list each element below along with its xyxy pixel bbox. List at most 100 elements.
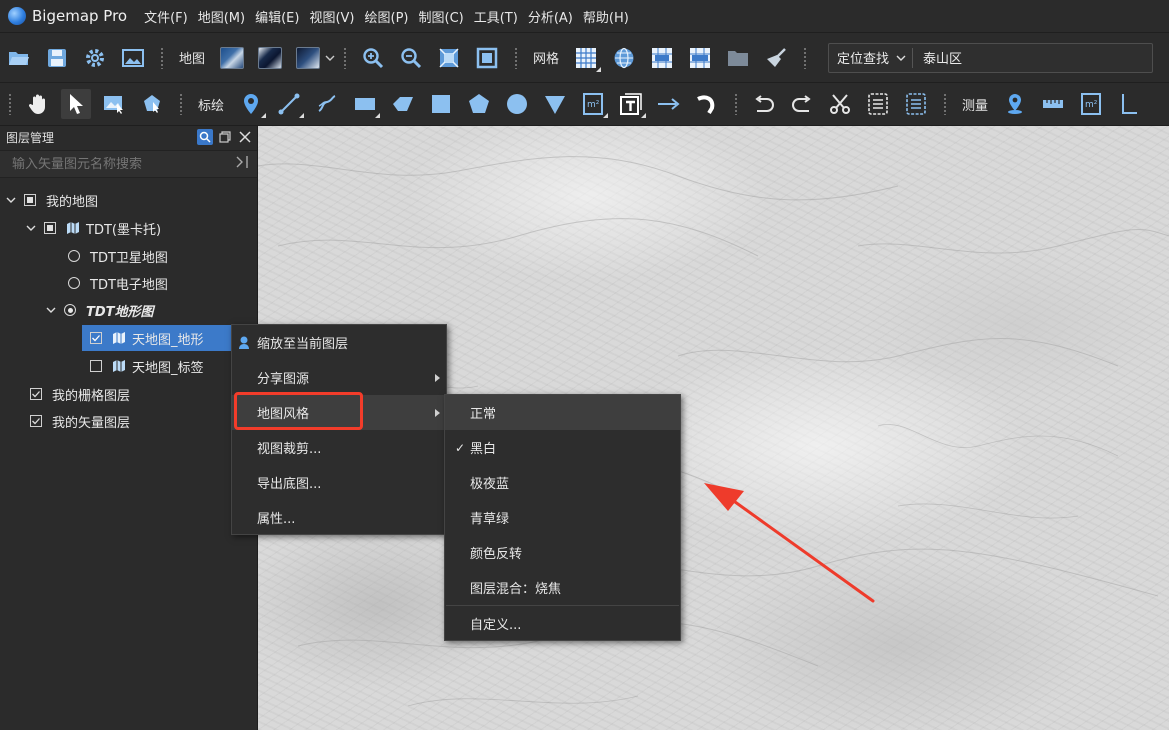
paste-button[interactable]: [901, 89, 931, 119]
panel-close-button[interactable]: [237, 129, 253, 145]
locate-mode-select[interactable]: 定位查找: [829, 47, 914, 68]
open-folder-button[interactable]: [4, 43, 34, 73]
measure-angle-button[interactable]: [1114, 89, 1144, 119]
measure-point-button[interactable]: [1000, 89, 1030, 119]
settings-button[interactable]: [80, 43, 110, 73]
expand-chevron-icon[interactable]: [4, 193, 18, 207]
zoom-in-button[interactable]: [358, 43, 388, 73]
menu-analysis[interactable]: 分析(A): [528, 7, 573, 26]
properties-item[interactable]: 属性...: [232, 500, 446, 535]
toolbar-grip[interactable]: [943, 93, 948, 115]
layer-checkbox[interactable]: [90, 332, 102, 344]
style-blend-burn-item[interactable]: 图层混合：烧焦: [445, 570, 680, 605]
draw-circle-button[interactable]: [502, 89, 532, 119]
toolbar-grip[interactable]: [514, 46, 519, 69]
grid-button[interactable]: [571, 43, 602, 73]
chevron-down-icon[interactable]: [325, 54, 335, 62]
electronic-map-button[interactable]: [255, 43, 285, 73]
pick-image-button[interactable]: [99, 89, 129, 119]
draw-area-button[interactable]: m²: [578, 89, 609, 119]
layer-search-input[interactable]: [12, 156, 235, 172]
tree-node-tdt-terrain[interactable]: TDT地形图: [44, 297, 154, 323]
draw-marker-button[interactable]: [236, 89, 267, 119]
map-style-item[interactable]: 地图风格: [232, 395, 446, 430]
zoom-to-layer-item[interactable]: 缩放至当前图层: [232, 325, 446, 360]
style-custom-item[interactable]: 自定义...: [445, 606, 680, 641]
fit-view-button[interactable]: [434, 43, 464, 73]
edit-shape-button[interactable]: [137, 89, 167, 119]
menu-view[interactable]: 视图(V): [309, 7, 354, 26]
copy-button[interactable]: [863, 89, 893, 119]
toolbar-grip[interactable]: [734, 93, 739, 115]
terrain-map-button[interactable]: [293, 43, 323, 73]
tree-node-my-map[interactable]: 我的地图: [4, 187, 98, 213]
latlng-grid-button[interactable]: [609, 43, 639, 73]
pan-button[interactable]: [23, 89, 53, 119]
tree-node-my-vector[interactable]: 我的矢量图层: [30, 408, 130, 434]
menu-file[interactable]: 文件(F): [144, 7, 188, 26]
panel-float-button[interactable]: [217, 129, 233, 145]
export-basemap-item[interactable]: 导出底图...: [232, 465, 446, 500]
draw-line-button[interactable]: [274, 89, 305, 119]
undo-button[interactable]: [749, 89, 779, 119]
menu-draw[interactable]: 绘图(P): [365, 7, 409, 26]
toolbar-grip[interactable]: [179, 93, 183, 115]
draw-arrow-button[interactable]: [654, 89, 684, 119]
satellite-map-button[interactable]: [217, 43, 247, 73]
tree-node-tianditu-terrain[interactable]: 天地图_地形: [82, 325, 231, 351]
draw-square-button[interactable]: [426, 89, 456, 119]
measure-area-button[interactable]: m²: [1076, 89, 1106, 119]
toolbar-grip[interactable]: [160, 46, 164, 69]
tree-node-tdt-electronic[interactable]: TDT电子地图: [68, 270, 168, 296]
menu-help[interactable]: 帮助(H): [583, 7, 629, 26]
style-grass-green-item[interactable]: 青草绿: [445, 500, 680, 535]
panel-search-button[interactable]: [197, 129, 213, 145]
layer-checkbox[interactable]: [30, 388, 42, 400]
menu-cartography[interactable]: 制图(C): [419, 7, 464, 26]
measure-distance-button[interactable]: [1038, 89, 1068, 119]
full-extent-button[interactable]: [472, 43, 502, 73]
locate-search[interactable]: 定位查找 泰山区: [828, 42, 1154, 73]
tree-node-my-raster[interactable]: 我的栅格图层: [30, 381, 130, 407]
draw-sector-button[interactable]: [540, 89, 570, 119]
toolbar-grip[interactable]: [8, 93, 12, 115]
layer-checkbox[interactable]: [30, 415, 42, 427]
layer-radio[interactable]: [68, 277, 80, 289]
collapse-search-icon[interactable]: [235, 155, 257, 173]
menu-tools[interactable]: 工具(T): [474, 7, 518, 26]
layer-radio[interactable]: [64, 304, 76, 316]
layer-checkbox[interactable]: [90, 360, 102, 372]
tree-node-tianditu-label[interactable]: 天地图_标签: [90, 353, 204, 379]
clear-button[interactable]: [761, 43, 791, 73]
folder-button[interactable]: [723, 43, 753, 73]
menu-edit[interactable]: 编辑(E): [255, 7, 299, 26]
nm-grid-button[interactable]: [685, 43, 715, 73]
cut-button[interactable]: [825, 89, 855, 119]
save-button[interactable]: [42, 43, 72, 73]
km-grid-button[interactable]: [647, 43, 677, 73]
draw-text-button[interactable]: [616, 89, 647, 119]
layer-radio[interactable]: [68, 250, 80, 262]
share-source-item[interactable]: 分享图源: [232, 360, 446, 395]
image-button[interactable]: [118, 43, 148, 73]
redo-button[interactable]: [787, 89, 817, 119]
draw-curved-arrow-button[interactable]: [692, 89, 722, 119]
draw-curve-button[interactable]: [312, 89, 342, 119]
layer-checkbox[interactable]: [44, 222, 56, 234]
locate-input[interactable]: 泰山区: [913, 48, 962, 67]
expand-chevron-icon[interactable]: [44, 303, 58, 317]
layer-checkbox[interactable]: [24, 194, 36, 206]
style-normal-item[interactable]: 正常: [445, 395, 680, 430]
view-clip-item[interactable]: 视图裁剪...: [232, 430, 446, 465]
expand-chevron-icon[interactable]: [24, 221, 38, 235]
draw-pentagon-button[interactable]: [464, 89, 494, 119]
style-invert-colors-item[interactable]: 颜色反转: [445, 535, 680, 570]
toolbar-grip[interactable]: [803, 46, 808, 69]
zoom-out-button[interactable]: [396, 43, 426, 73]
draw-rect-button[interactable]: [350, 89, 381, 119]
tree-node-tdt-group[interactable]: TDT(墨卡托): [24, 215, 161, 241]
menu-map[interactable]: 地图(M): [198, 7, 245, 26]
style-black-white-item[interactable]: ✓ 黑白: [445, 430, 680, 465]
style-polar-night-blue-item[interactable]: 极夜蓝: [445, 465, 680, 500]
tree-node-tdt-satellite[interactable]: TDT卫星地图: [68, 243, 168, 269]
